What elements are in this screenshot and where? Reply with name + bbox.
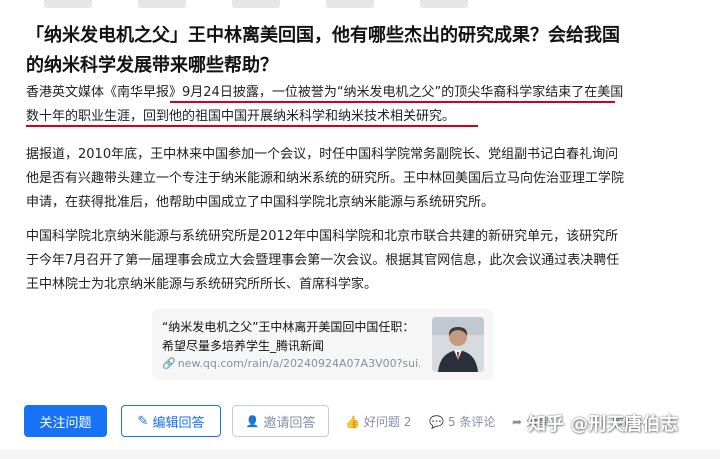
link-card-url: 🔗 new.qq.com/rain/a/20240924A07A3V00?sui.…	[162, 357, 420, 370]
top-tab-strip	[0, 0, 720, 8]
comments-button[interactable]: 💬 5 条评论	[429, 413, 495, 430]
zhihu-watermark: 知乎 @刑天唐伯志	[528, 414, 679, 435]
share-icon: ➦	[512, 414, 523, 429]
invite-icon: 👤	[245, 414, 260, 428]
bottom-divider	[0, 449, 720, 459]
question-title[interactable]: 「纳米发电机之父」王中林离美回国，他有哪些杰出的研究成果？会给我国的纳米科学发展…	[26, 21, 626, 81]
link-card[interactable]: “纳米发电机之父”王中林离开美国回中国任职：希望尽量多培养学生_腾讯新闻 🔗 ne…	[152, 309, 493, 380]
link-icon: 🔗	[162, 357, 176, 370]
red-underline-1	[170, 101, 615, 103]
like-icon: 👍	[345, 414, 360, 429]
invite-answer-button[interactable]: 👤 邀请回答	[232, 405, 329, 437]
answer-paragraph-3: 中国科学院北京纳米能源与系统研究所是2012年中国科学院和北京市联合共建的新研究…	[26, 229, 620, 292]
link-card-title[interactable]: “纳米发电机之父”王中林离开美国回中国任职：希望尽量多培养学生_腾讯新闻	[162, 318, 420, 356]
red-underline-2	[26, 125, 478, 127]
answer-paragraph-2: 据报道，2010年底，王中林来中国参加一个会议，时任中国科学院常务副院长、党组副…	[26, 147, 625, 210]
answer-paragraph-1: 香港英文媒体《南华早报》9月24日披露，一位被誉为“纳米发电机之父”的顶尖华裔科…	[26, 85, 624, 124]
pencil-icon: ✎	[137, 413, 149, 429]
follow-question-button[interactable]: 关注问题	[24, 405, 107, 437]
link-card-thumbnail	[432, 317, 484, 372]
good-question-button[interactable]: 👍 好问题 2	[345, 413, 411, 430]
comment-icon: 💬	[429, 414, 444, 429]
edit-answer-button[interactable]: ✎ 编辑回答	[121, 405, 221, 437]
